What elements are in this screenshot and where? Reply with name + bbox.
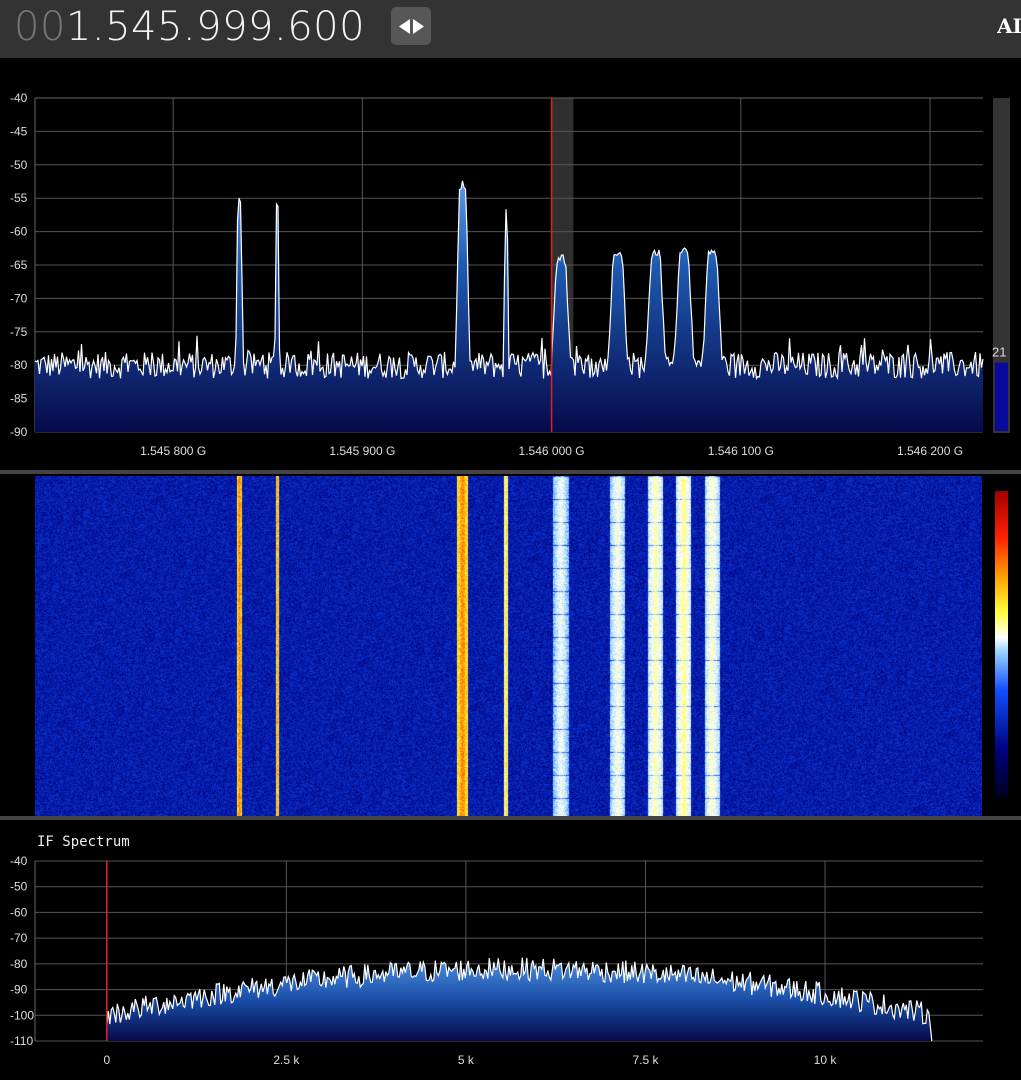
x-tick-label: 5 k: [458, 1053, 475, 1067]
x-tick-label: 1.546 000 G: [519, 444, 585, 458]
y-tick-label: -110: [10, 1034, 33, 1048]
x-tick-label: 0: [103, 1053, 110, 1067]
y-tick-label: -80: [10, 957, 28, 971]
y-tick-label: -50: [10, 880, 28, 894]
y-tick-label: -100: [10, 1008, 34, 1022]
spectrum-y-axis: -40 -45 -50 -55 -60 -65 -70 -75 -80 -85 -90: [10, 91, 28, 439]
waterfall-display[interactable]: [35, 476, 982, 816]
y-tick-label: -55: [10, 191, 28, 205]
x-tick-label: 10 k: [814, 1053, 838, 1067]
gain-slider-fill[interactable]: [995, 362, 1008, 431]
y-tick-label: -45: [10, 124, 28, 138]
spectrum-plot[interactable]: -40 -45 -50 -55 -60 -65 -70 -75 -80 -85 -90 1.545 …: [0, 60, 1021, 472]
frequency-step-button[interactable]: [391, 7, 431, 45]
frequency-leading-zeros: 00: [14, 4, 66, 50]
spectrum-x-axis: 1.545 800 G 1.545 900 G 1.546 000 G 1.546 1…: [140, 444, 963, 458]
y-tick-label: -70: [10, 931, 28, 945]
x-tick-label: 2.5 k: [273, 1053, 300, 1067]
x-tick-label: 1.546 200 G: [897, 444, 963, 458]
left-right-arrows-icon: [399, 19, 424, 34]
frequency-display[interactable]: 001.545.999.600: [14, 2, 365, 52]
x-tick-label: 1.546 100 G: [708, 444, 774, 458]
gain-value: 21: [992, 345, 1006, 360]
y-tick-label: -60: [10, 905, 28, 919]
y-tick-label: -75: [10, 325, 28, 339]
x-tick-label: 1.545 900 G: [329, 444, 395, 458]
x-tick-label: 1.545 800 G: [140, 444, 206, 458]
y-tick-label: -50: [10, 158, 28, 172]
panel-divider: [0, 470, 1021, 474]
if-spectrum-plot[interactable]: IF Spectrum -40 -50 -60 -70 -80 -90 -100 -110 0…: [0, 818, 1021, 1080]
waterfall-colorbar: [995, 491, 1008, 797]
frequency-value[interactable]: 1.545.999.600: [66, 4, 365, 50]
x-tick-label: 7.5 k: [632, 1053, 659, 1067]
spectrum-trace: [34, 180, 984, 381]
spectrum-fill: [35, 180, 983, 432]
y-tick-label: -90: [10, 983, 28, 997]
y-tick-label: -80: [10, 358, 28, 372]
frequency-bar: 001.545.999.600 AI: [0, 0, 1021, 58]
ai-label: AI: [997, 14, 1021, 38]
y-tick-label: -90: [10, 425, 28, 439]
y-tick-label: -40: [10, 854, 28, 868]
y-tick-label: -70: [10, 291, 28, 305]
y-tick-label: -85: [10, 392, 28, 406]
if-x-axis: 0 2.5 k 5 k 7.5 k 10 k: [103, 1053, 837, 1067]
y-tick-label: -65: [10, 258, 28, 272]
if-y-axis: -40 -50 -60 -70 -80 -90 -100 -110: [10, 854, 34, 1048]
y-tick-label: -60: [10, 225, 28, 239]
if-spectrum-title: IF Spectrum: [37, 834, 130, 850]
y-tick-label: -40: [10, 91, 28, 105]
